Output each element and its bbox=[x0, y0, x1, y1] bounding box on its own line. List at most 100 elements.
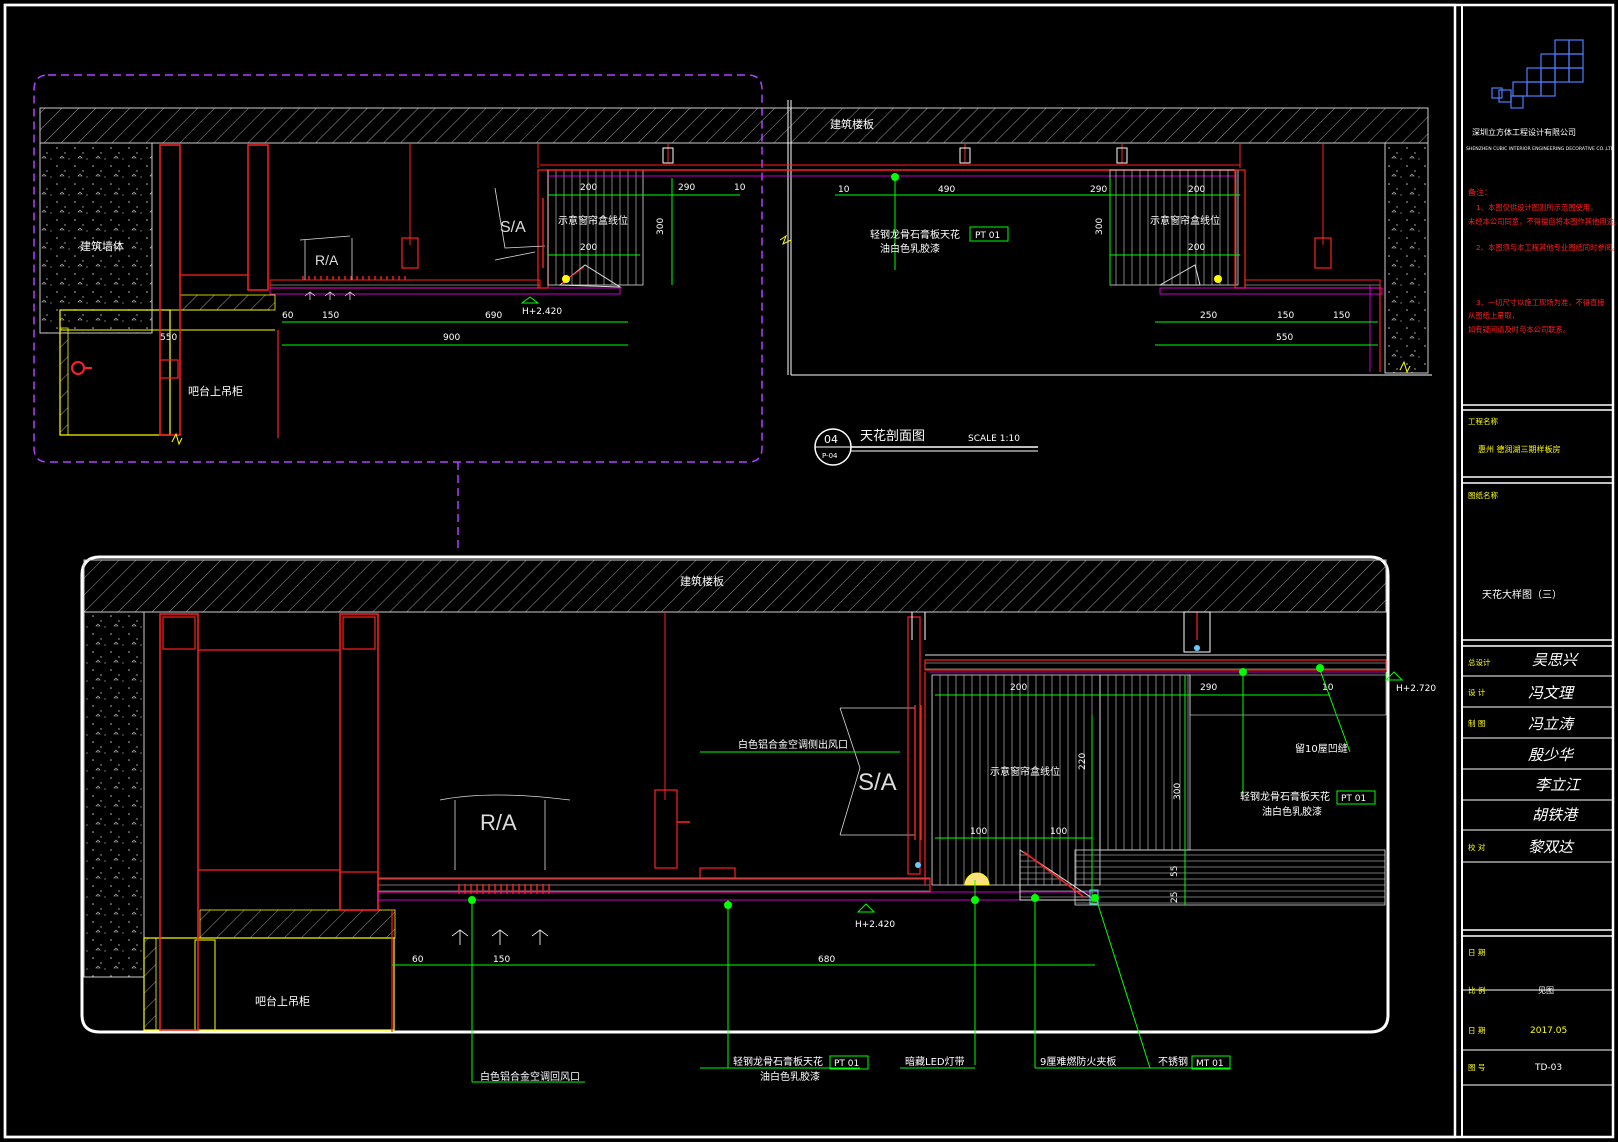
top-ceiling-code: PT 01 bbox=[975, 231, 1000, 241]
bottom-dim-300: 300 bbox=[1173, 783, 1183, 800]
signature-4: 殷少华 bbox=[1528, 746, 1575, 764]
bottom-dim-10: 10 bbox=[1322, 683, 1334, 693]
section-tag: 04 P-04 天花剖面图 SCALE 1:10 bbox=[814, 428, 1038, 466]
bottom-ra-label: R/A bbox=[480, 810, 517, 835]
scale-label: 比 例 bbox=[1468, 985, 1485, 995]
bottom-height-mark-right: H+2.720 bbox=[1396, 684, 1436, 694]
top-dim-290a: 290 bbox=[678, 183, 695, 193]
title-block: 深圳立方体工程设计有限公司 SHENZHEN CUBIC INTERIOR EN… bbox=[1462, 39, 1618, 1086]
role-label-2: 设 计 bbox=[1468, 687, 1486, 697]
top-dim-150: 150 bbox=[322, 311, 339, 321]
bottom-dim-200: 200 bbox=[1010, 683, 1027, 693]
bottom-dim-100b: 100 bbox=[1050, 827, 1067, 837]
top-ceiling-section: 建筑楼板 建筑墙体 吧台上吊柜 R/A S/A 示意窗帘盒线位 示意窗帘盒线位 … bbox=[33, 74, 1432, 552]
signature-2: 冯文理 bbox=[1528, 684, 1575, 702]
role-label-3: 制 图 bbox=[1468, 718, 1485, 728]
top-ceiling-spec-2: 油白色乳胶漆 bbox=[880, 242, 940, 255]
number-label: 图 号 bbox=[1468, 1063, 1485, 1072]
bottom-dim-220: 220 bbox=[1078, 753, 1088, 770]
top-dim-10b: 10 bbox=[838, 185, 850, 195]
top-dim-690: 690 bbox=[485, 311, 502, 321]
top-dim-300b: 300 bbox=[1095, 218, 1105, 235]
bottom-ceiling-code: PT 01 bbox=[1341, 794, 1366, 804]
number-value: TD-03 bbox=[1534, 1063, 1562, 1073]
top-dim-200d: 200 bbox=[1188, 243, 1205, 253]
top-dim-550a: 550 bbox=[160, 333, 177, 343]
top-dim-150c: 150 bbox=[1333, 311, 1350, 321]
bottom-dim-290: 290 bbox=[1200, 683, 1217, 693]
board-label: 9厘难燃防火夹板 bbox=[1040, 1055, 1116, 1068]
top-slab-label: 建筑楼板 bbox=[830, 117, 874, 131]
top-dim-250: 250 bbox=[1200, 311, 1217, 321]
top-wall-label: 建筑墙体 bbox=[80, 239, 124, 253]
top-ceiling-spec-1: 轻钢龙骨石膏板天花 bbox=[870, 228, 960, 241]
section-scale: SCALE 1:10 bbox=[968, 434, 1020, 444]
top-curtain-left-label: 示意窗帘盒线位 bbox=[558, 214, 628, 227]
note-1: 1、本图仅供设计图则所示范围使用， bbox=[1476, 203, 1597, 212]
signature-3: 冯立涛 bbox=[1528, 715, 1575, 733]
role-label-7: 校 对 bbox=[1468, 842, 1486, 852]
bottom-height-mark: H+2.420 bbox=[855, 920, 895, 930]
top-dim-290b: 290 bbox=[1090, 185, 1107, 195]
top-dim-60: 60 bbox=[282, 311, 294, 321]
groove-label: 留10屋凹缝 bbox=[1295, 742, 1348, 755]
issue-value: 2017.05 bbox=[1530, 1026, 1567, 1036]
return-vent-label: 白色铝合金空调回风口 bbox=[480, 1070, 580, 1083]
top-dim-200b: 200 bbox=[1188, 185, 1205, 195]
cad-drawing-sheet: 建筑楼板 建筑墙体 吧台上吊柜 R/A S/A 示意窗帘盒线位 示意窗帘盒线位 … bbox=[3, 3, 1618, 1139]
signature-5: 李立江 bbox=[1535, 776, 1582, 794]
bottom-ceiling-section: 建筑楼板 吧台上吊柜 R/A S/A 白色铝合金空调侧出风口 示意窗帘盒线位 留… bbox=[80, 555, 1436, 1083]
issue-label: 日 期 bbox=[1468, 1026, 1485, 1035]
top-dim-550b: 550 bbox=[1276, 333, 1293, 343]
bottom-ceiling-spec-2: 油白色乳胶漆 bbox=[1262, 805, 1322, 818]
note-3: 2、本图须与本工程其他专业图纸同时参阅。 bbox=[1476, 243, 1618, 252]
signature-1: 吴思兴 bbox=[1532, 651, 1579, 669]
bottom-dim-680: 680 bbox=[818, 955, 835, 965]
signature-7: 黎双达 bbox=[1528, 838, 1575, 856]
top-sa-label: S/A bbox=[500, 219, 526, 236]
bottom-slab-label: 建筑楼板 bbox=[680, 574, 724, 588]
bottom-dim-60: 60 bbox=[412, 955, 424, 965]
role-label-1: 总设计 bbox=[1468, 657, 1491, 667]
bottom-sa-label: S/A bbox=[858, 769, 897, 796]
bottom-dim-100a: 100 bbox=[970, 827, 987, 837]
top-dim-200c: 200 bbox=[580, 243, 597, 253]
top-dim-200a: 200 bbox=[580, 183, 597, 193]
bottom-dim-150: 150 bbox=[493, 955, 510, 965]
bottom-ceiling-spec-1: 轻钢龙骨石膏板天花 bbox=[1240, 790, 1330, 803]
callout-ceiling-1: 轻钢龙骨石膏板天花 bbox=[733, 1055, 823, 1068]
bottom-dim-25: 25 bbox=[1170, 892, 1180, 903]
scale-value: 见图 bbox=[1538, 986, 1554, 995]
top-dim-300a: 300 bbox=[656, 218, 666, 235]
bottom-cabinet-label: 吧台上吊柜 bbox=[255, 994, 310, 1008]
led-label: 暗藏LED灯带 bbox=[905, 1055, 965, 1068]
notes-title: 备注： bbox=[1468, 187, 1492, 197]
company-name-cn: 深圳立方体工程设计有限公司 bbox=[1472, 127, 1576, 137]
steel-label: 不锈钢 bbox=[1158, 1055, 1188, 1068]
project-label: 工程名称 bbox=[1468, 416, 1498, 426]
drawing-label: 图纸名称 bbox=[1468, 490, 1498, 500]
section-sheet: P-04 bbox=[822, 452, 838, 460]
company-logo bbox=[1491, 39, 1584, 109]
top-dim-900: 900 bbox=[443, 333, 460, 343]
top-ra-label: R/A bbox=[315, 252, 339, 268]
top-curtain-right-label: 示意窗帘盒线位 bbox=[1150, 214, 1220, 227]
top-height-mark: H+2.420 bbox=[522, 307, 562, 317]
note-6: 如有疑问请及时与本公司联系。 bbox=[1468, 325, 1570, 334]
section-number: 04 bbox=[824, 433, 838, 446]
drawing-name: 天花大样图（三） bbox=[1482, 588, 1562, 601]
top-dim-150b: 150 bbox=[1277, 311, 1294, 321]
top-cabinet-label: 吧台上吊柜 bbox=[188, 384, 243, 398]
date-label: 日 期 bbox=[1468, 948, 1485, 957]
top-dim-490: 490 bbox=[938, 185, 955, 195]
supply-vent-label: 白色铝合金空调侧出风口 bbox=[738, 738, 848, 751]
top-dim-10a: 10 bbox=[734, 183, 746, 193]
steel-code: MT 01 bbox=[1196, 1059, 1224, 1069]
note-2: 未经本公司同意，不得擅自将本图作其他用途。 bbox=[1468, 217, 1618, 226]
note-4: 3、一切尺寸以施工现场为准，不得直接 bbox=[1476, 298, 1605, 307]
signature-6: 胡铁港 bbox=[1532, 806, 1579, 824]
callout-ceiling-2: 油白色乳胶漆 bbox=[760, 1070, 820, 1083]
project-name: 惠州 德润湖三期样板房 bbox=[1478, 444, 1561, 454]
company-name-en: SHENZHEN CUBIC INTERIOR ENGINEERING DECO… bbox=[1466, 146, 1615, 152]
note-5: 从图纸上量取， bbox=[1468, 311, 1519, 320]
